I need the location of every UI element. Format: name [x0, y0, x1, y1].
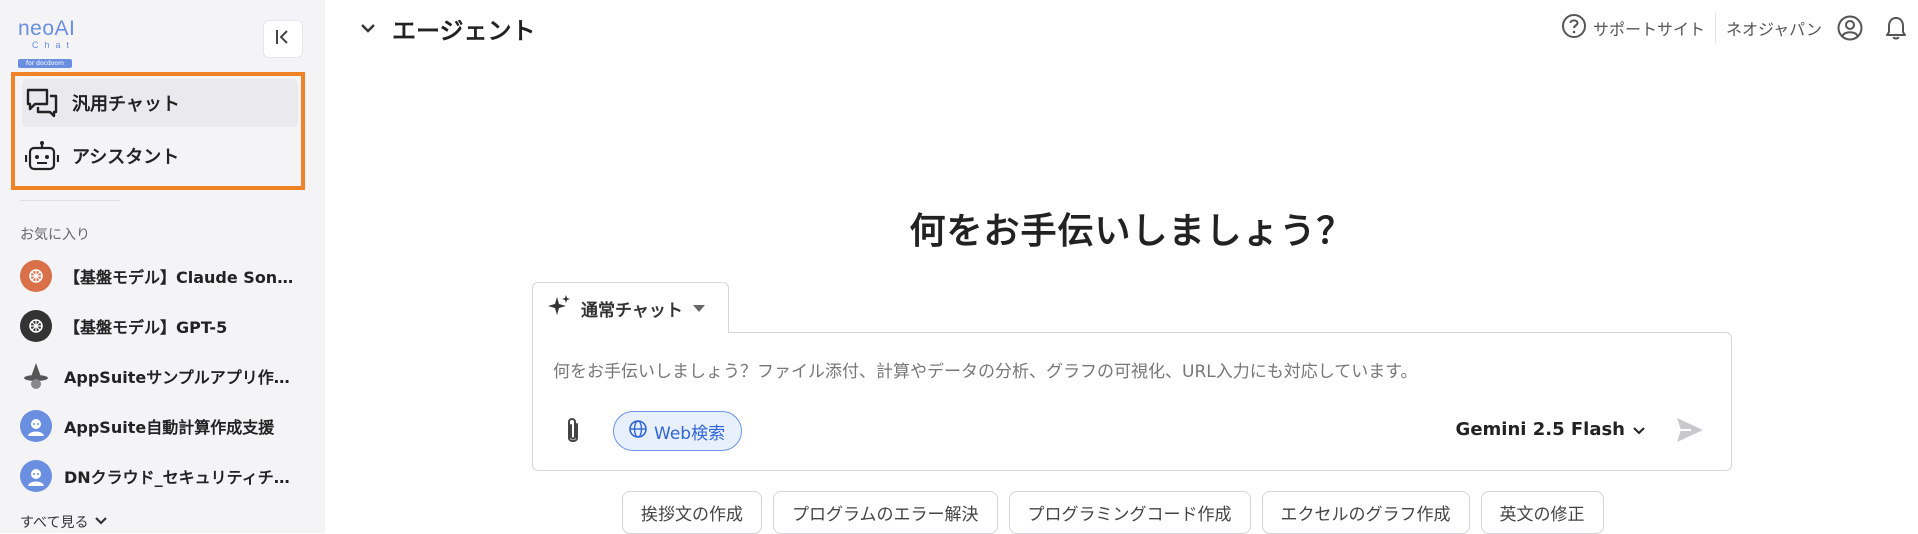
nav-item-general-chat[interactable]: 汎用チャット — [22, 79, 298, 127]
suggestion-chip[interactable]: 挨拶文の作成 — [622, 491, 762, 534]
sidebar: neoAI Chat for docdoom 汎用チャット アシスタント お気に… — [0, 0, 325, 533]
bell-icon[interactable] — [1884, 15, 1908, 41]
favorite-item[interactable]: 【基盤モデル】Claude Sonnet 4 — [20, 256, 310, 296]
web-search-label: Web検索 — [654, 423, 726, 444]
page-title: エージェント — [392, 16, 536, 45]
suggestion-chip[interactable]: プログラムのエラー解決 — [773, 491, 998, 534]
sparkle-icon — [547, 294, 571, 322]
model-name: Gemini 2.5 Flash — [1455, 419, 1625, 440]
nav-item-label: アシスタント — [72, 147, 180, 168]
claude-model-icon — [20, 260, 52, 292]
chevron-down-icon — [1633, 419, 1645, 440]
favorite-label: AppSuiteサンプルアプリ作成支援 — [64, 368, 304, 387]
favorite-item[interactable]: DNクラウド_セキュリティチェック — [20, 456, 310, 496]
app-logo[interactable]: neoAI Chat for docdoom — [18, 17, 82, 68]
collapse-sidebar-button[interactable] — [263, 20, 303, 58]
gpt-model-icon — [20, 310, 52, 342]
see-all-label: すべて見る — [20, 515, 89, 531]
main-headline: 何をお手伝いしましょう？ — [909, 211, 1354, 252]
caret-down-icon — [692, 304, 705, 312]
favorite-item[interactable]: AppSuiteサンプルアプリ作成支援 — [20, 356, 310, 396]
user-account-icon[interactable] — [1836, 14, 1864, 42]
nav-item-assistant[interactable]: アシスタント — [22, 132, 298, 180]
model-selector[interactable]: Gemini 2.5 Flash — [1456, 419, 1645, 440]
suggestion-chip[interactable]: エクセルのグラフ作成 — [1261, 491, 1470, 534]
favorite-label: AppSuite自動計算作成支援 — [64, 418, 275, 437]
sidebar-divider — [20, 200, 120, 201]
favorites-heading: お気に入り — [20, 227, 90, 243]
web-search-toggle[interactable]: Web検索 — [613, 411, 743, 451]
chat-mode-selector[interactable]: 通常チャット — [532, 282, 729, 333]
chat-input-placeholder[interactable]: 何をお手伝いしましょう？ファイル添付、計算やデータの分析、グラフの可視化、URL… — [553, 357, 1418, 382]
chevron-down-icon — [94, 514, 108, 530]
nav-item-label: 汎用チャット — [72, 94, 180, 115]
chat-mode-label: 通常チャット — [581, 300, 683, 321]
support-site-link[interactable]: サポートサイト — [1561, 13, 1705, 43]
wizard-hat-icon — [20, 360, 52, 392]
collapse-icon — [274, 28, 292, 50]
assistant-avatar-icon — [20, 460, 52, 492]
send-icon[interactable] — [1675, 416, 1705, 448]
suggestion-chips: 挨拶文の作成 プログラムのエラー解決 プログラミングコード作成 エクセルのグラフ… — [622, 491, 1604, 534]
robot-icon — [22, 140, 62, 172]
suggestion-chip[interactable]: 英文の修正 — [1480, 491, 1604, 534]
logo-text: neoAI — [18, 17, 76, 40]
favorite-label: 【基盤モデル】GPT-5 — [64, 318, 228, 337]
globe-icon — [628, 419, 648, 444]
suggestion-chip[interactable]: プログラミングコード作成 — [1008, 491, 1251, 534]
favorite-item[interactable]: AppSuite自動計算作成支援 — [20, 406, 310, 446]
assistant-avatar-icon — [20, 410, 52, 442]
chat-icon — [22, 88, 62, 118]
logo-badge: for docdoom — [18, 59, 72, 68]
support-site-label: サポートサイト — [1592, 20, 1705, 39]
organization-name[interactable]: ネオジャパン — [1726, 16, 1822, 40]
paperclip-icon[interactable] — [563, 416, 583, 450]
header-divider — [1714, 13, 1716, 43]
help-circle-icon — [1561, 13, 1587, 43]
chat-input-box[interactable]: 何をお手伝いしましょう？ファイル添付、計算やデータの分析、グラフの可視化、URL… — [532, 332, 1732, 471]
page-header: エージェント — [360, 10, 536, 46]
logo-subtext: Chat — [32, 40, 76, 50]
favorite-label: 【基盤モデル】Claude Sonnet 4 — [64, 268, 304, 287]
favorite-item[interactable]: 【基盤モデル】GPT-5 — [20, 306, 310, 346]
see-all-link[interactable]: すべて見る — [20, 512, 108, 532]
main-nav: 汎用チャット アシスタント — [11, 72, 305, 190]
chevron-down-icon[interactable] — [360, 19, 376, 38]
favorite-label: DNクラウド_セキュリティチェック — [64, 468, 304, 487]
header-actions: サポートサイト ネオジャパン — [1561, 10, 1908, 46]
